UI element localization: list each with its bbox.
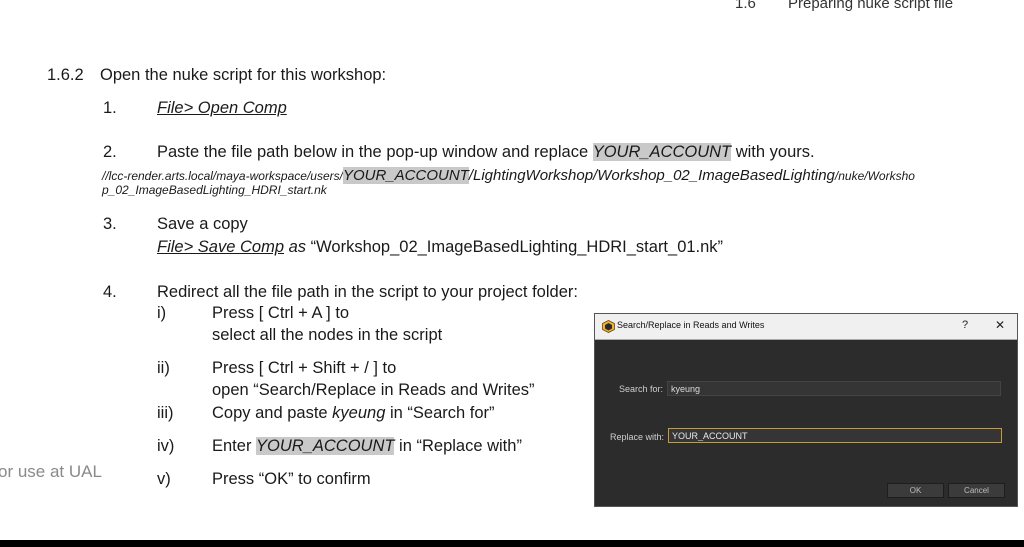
- dialog-titlebar[interactable]: Search/Replace in Reads and Writes ? ✕: [595, 314, 1017, 340]
- step-1-menu-path: File> Open Comp: [157, 99, 287, 117]
- section-number: 1.6.2: [47, 66, 84, 84]
- nuke-app-icon: [602, 320, 615, 333]
- step-2-number: 2.: [103, 143, 117, 161]
- step-3-number: 3.: [103, 215, 117, 233]
- search-for-input[interactable]: [667, 381, 1001, 396]
- section-title: Open the nuke script for this workshop:: [100, 66, 387, 84]
- search-replace-dialog: Search/Replace in Reads and Writes ? ✕ S…: [594, 313, 1018, 507]
- step-1-number: 1.: [103, 99, 117, 117]
- step-4-text: Redirect all the file path in the script…: [157, 283, 578, 301]
- substep-iii-text: Copy and paste kyeung in “Search for”: [212, 404, 495, 422]
- step-3-line-2: File> Save Comp as “Workshop_02_ImageBas…: [157, 238, 724, 256]
- substep-ii-line-1: Press [ Ctrl + Shift + / ] to: [212, 359, 397, 377]
- substep-i-line-2: select all the nodes in the script: [212, 326, 443, 344]
- substep-i-line-1: Press [ Ctrl + A ] to: [212, 304, 350, 322]
- header-section-title: Preparing nuke script file: [788, 0, 954, 12]
- ok-button[interactable]: OK: [887, 483, 944, 498]
- help-button[interactable]: ?: [962, 319, 968, 331]
- substep-iv-text: Enter YOUR_ACCOUNT in “Replace with”: [212, 437, 522, 455]
- account-highlight: YOUR_ACCOUNT: [592, 143, 732, 161]
- step-2-text: Paste the file path below in the pop-up …: [157, 143, 815, 161]
- cancel-button[interactable]: Cancel: [948, 483, 1005, 498]
- replace-with-input[interactable]: [668, 428, 1002, 443]
- file-path-line-2: p_02_ImageBasedLighting_HDRI_start.nk: [102, 183, 327, 197]
- save-filename: “Workshop_02_ImageBasedLighting_HDRI_sta…: [310, 238, 724, 256]
- substep-iii-number: iii): [157, 404, 174, 422]
- save-comp-menu-path: File> Save Comp: [157, 238, 285, 256]
- step-4-number: 4.: [103, 283, 117, 301]
- search-for-label: Search for:: [619, 384, 664, 394]
- substep-iv-number: iv): [157, 437, 175, 455]
- substep-i-number: i): [157, 304, 167, 322]
- step-3-line-1: Save a copy: [157, 215, 248, 233]
- bottom-black-bar: [0, 540, 1024, 547]
- path-account-highlight: YOUR_ACCOUNT: [342, 167, 469, 184]
- substep-v-number: v): [157, 470, 171, 488]
- file-path-line-1: //lcc-render.arts.local/maya-workspace/u…: [102, 167, 915, 184]
- substep-v-text: Press “OK” to confirm: [212, 470, 371, 488]
- substep-ii-line-2: open “Search/Replace in Reads and Writes…: [212, 381, 535, 399]
- replace-with-label: Replace with:: [610, 432, 665, 442]
- header-section-number: 1.6: [735, 0, 756, 12]
- account-highlight: YOUR_ACCOUNT: [256, 437, 395, 455]
- dialog-title: Search/Replace in Reads and Writes: [617, 320, 765, 330]
- substep-ii-number: ii): [157, 359, 170, 377]
- close-icon[interactable]: ✕: [995, 318, 1005, 332]
- page-watermark: or use at UAL: [0, 462, 102, 481]
